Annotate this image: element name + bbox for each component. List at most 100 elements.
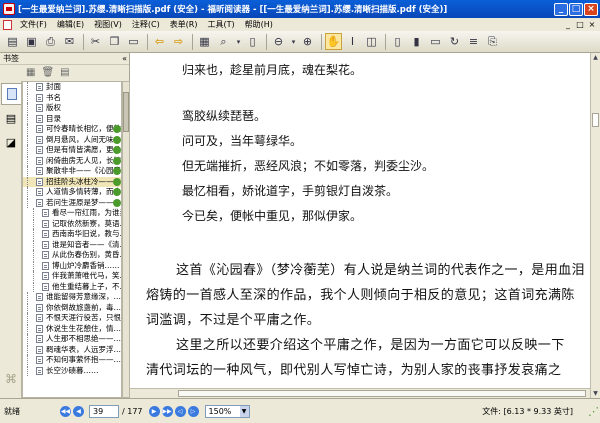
menu-tools[interactable]: 工具(T) [203,19,240,30]
bookmark-item[interactable]: 若问生涯原是梦——…… [23,197,121,209]
save-icon[interactable]: ▣ [23,33,40,50]
bookmark-item[interactable]: 休说生生花憩住，情…… [23,323,121,335]
document-icon[interactable] [3,19,12,30]
bookmark-item[interactable]: 版权 [23,103,121,114]
rotate-icon[interactable]: ↻ [446,33,463,50]
bookmark-item[interactable]: 封面 [23,82,121,93]
document-view[interactable]: 归来也，趁星前月底，魂在梨花。 鸾胶纵续琵琶。 问可及，当年萼绿华。 但无端摧折，恶经… [130,53,590,398]
print-icon[interactable]: ⎙ [42,33,59,50]
page-view-icon[interactable]: ▦ [196,33,213,50]
tab-layers[interactable]: ◪ [1,131,21,153]
paste-icon[interactable]: ▭ [125,33,142,50]
facing-page-icon[interactable]: ▭ [427,33,444,50]
menu-file[interactable]: 文件(F) [15,19,52,30]
menu-form[interactable]: 表单(R) [165,19,203,30]
bookmark-go-icon[interactable] [113,146,121,154]
last-page-icon[interactable]: ▶▶ [161,405,173,417]
bookmark-item[interactable]: 倒月悬风，人间无味…… [23,134,121,146]
bookmark-item[interactable]: 博山炉冷麝香销…… [23,260,121,272]
bookmark-item[interactable]: 不恨天涯行役苦，只恨…… [23,313,121,324]
bookmark-go-icon[interactable] [113,167,121,175]
bookmark-view-icon[interactable]: ⎘ [484,33,501,50]
collapse-panel-button[interactable]: « [122,54,127,63]
zoom-select[interactable]: 150% ▼ [204,404,250,418]
bookmark-go-icon[interactable] [113,156,121,165]
doc-close-button[interactable]: × [587,20,597,29]
expand-bookmark-icon[interactable]: ▦ [26,67,35,78]
horizontal-scrollbar[interactable] [130,388,590,398]
bookmark-item[interactable]: 闲倚曲房无人见，长牌…… [23,155,121,167]
back-view-icon[interactable]: ◁ [174,405,186,417]
back-arrow-icon[interactable]: ⇦ [151,33,168,50]
bookmark-item[interactable]: 但是有情皆满愿，更从…… [23,145,121,156]
fit-page-icon[interactable]: ▯ [244,33,261,50]
select-text-icon[interactable]: Ⅰ [344,33,361,50]
bookmark-item[interactable]: 从此伤春伤别，黄昏…… [23,250,121,261]
bookmark-scroll-thumb[interactable] [123,92,129,132]
bookmark-item[interactable]: 看尽一帘红雨，为谁亲…… [23,208,121,219]
cut-icon[interactable]: ✂ [87,33,104,50]
prev-page-icon[interactable]: ◀ [73,405,84,417]
bookmark-go-icon[interactable] [113,177,121,186]
page-number-input[interactable]: 39 [89,404,119,418]
horizontal-scroll-thumb[interactable] [178,390,586,397]
bookmark-item[interactable]: 记取依然新寮，莫语…… [23,218,121,230]
doc-restore-button[interactable]: □ [575,20,585,29]
bookmark-item[interactable]: 你依倒故旅盏前，毒…… [23,302,121,314]
bookmark-item[interactable]: 他生重结暮上子，不…… [23,281,121,293]
copy-icon[interactable]: ❐ [106,33,123,50]
menu-edit[interactable]: 编辑(E) [52,19,89,30]
bookmark-item[interactable]: 谁能留得芳意缘深，…… [23,292,121,303]
vertical-scroll-thumb[interactable] [592,113,599,127]
bookmark-item[interactable]: 招挂阶头冰柱冷——…… [23,176,121,187]
text-view-icon[interactable]: ≡ [465,33,482,50]
hand-tool-icon[interactable]: ✋ [325,33,342,50]
zoom-dropdown-icon[interactable]: ▼ [239,405,249,417]
menu-help[interactable]: 帮助(H) [240,19,278,30]
bookmark-go-icon[interactable] [113,125,121,133]
bookmark-item[interactable]: 羁魂华表，人远罗浮…… [23,344,121,356]
snapshot-icon[interactable]: ◫ [363,33,380,50]
bookmark-go-icon[interactable] [113,135,121,144]
continuous-page-icon[interactable]: ▮ [408,33,425,50]
forward-arrow-icon[interactable]: ⇨ [170,33,187,50]
zoom-dropdown-arrow-icon[interactable]: ▾ [234,33,243,50]
scroll-up-icon[interactable]: ▲ [592,53,599,62]
scroll-down-icon[interactable]: ▼ [592,389,599,398]
bookmark-scrollbar[interactable] [122,81,130,398]
zoom-menu-arrow-icon[interactable]: ▾ [289,33,298,50]
zoom-plus-icon[interactable]: ⊕ [299,33,316,50]
open-icon[interactable]: ▤ [4,33,21,50]
bookmark-go-icon[interactable] [113,188,121,196]
bookmark-item[interactable]: 书名 [23,92,121,104]
next-page-icon[interactable]: ▶ [148,405,160,417]
vertical-scrollbar[interactable]: ▲ ▼ [590,53,600,398]
menu-comment[interactable]: 注释(C) [127,19,165,30]
maximize-button[interactable]: □ [569,2,583,16]
bookmark-item[interactable]: 长空沙碛暮…… [23,365,121,377]
bookmark-tree[interactable]: 封面书名版权目录可怜春晴长相忆，便教相思……倒月悬风，人间无味……但是有情皆满愿… [22,81,122,398]
close-button[interactable]: × [584,2,598,16]
tab-attachments[interactable]: ⌘ [1,368,21,390]
bookmark-item[interactable]: 不知何事萦怀抱——…… [23,355,121,366]
bookmark-go-icon[interactable] [113,198,121,207]
bookmark-item[interactable]: 西南南华旧说，教与…… [23,229,121,240]
doc-minimize-button[interactable]: _ [563,20,573,29]
bookmark-options-icon[interactable]: ▤ [60,67,69,78]
bookmark-item[interactable]: 人生那不相思绝——…… [23,334,121,345]
bookmark-item[interactable]: 伴我萧萧唯代马，笑…… [23,271,121,282]
email-icon[interactable]: ✉ [61,33,78,50]
zoom-in-tool-icon[interactable]: ⌕ [215,33,232,50]
minimize-button[interactable]: _ [554,2,568,16]
bookmark-item[interactable]: 聚散非非——《沁园春》 [23,166,121,177]
forward-view-icon[interactable]: ▷ [187,405,199,417]
bookmark-item[interactable]: 目录 [23,113,121,125]
tab-bookmarks[interactable] [1,83,21,105]
first-page-icon[interactable]: ◀◀ [60,405,71,417]
bookmark-item[interactable]: 人道情多情转薄，而今…… [23,187,121,198]
menu-view[interactable]: 视图(V) [89,19,127,30]
zoom-out-icon[interactable]: ⊖ [270,33,287,50]
delete-bookmark-icon[interactable]: 🗑 [41,67,54,78]
bookmark-item[interactable]: 谁是知音者——《清…… [23,239,121,251]
single-page-icon[interactable]: ▯ [389,33,406,50]
